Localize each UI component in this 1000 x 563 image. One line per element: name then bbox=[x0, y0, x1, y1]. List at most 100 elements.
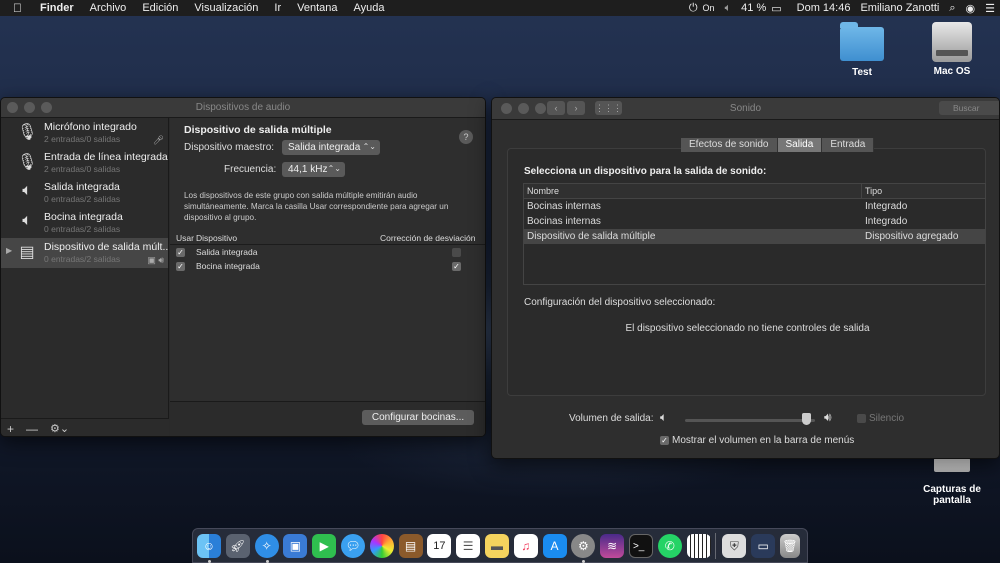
system-preferences-icon[interactable]: ⚙︎ bbox=[571, 533, 596, 563]
multi-output-icon: ▤ bbox=[19, 244, 35, 261]
device-name: Dispositivo de salida múlt... bbox=[44, 241, 168, 253]
device-name-cell: Bocinas internas bbox=[527, 216, 601, 227]
clock[interactable]: Dom 14:46 bbox=[787, 2, 856, 14]
folder-icon bbox=[840, 22, 884, 61]
notification-center-icon[interactable]: ☰ bbox=[980, 2, 1000, 15]
menu-ayuda[interactable]: Ayuda bbox=[346, 2, 393, 14]
close-button[interactable] bbox=[501, 103, 512, 114]
finder-icon[interactable]: ☺ bbox=[197, 533, 221, 563]
master-device-select[interactable]: Salida integrada ⌃⌄ bbox=[282, 140, 380, 155]
device-item[interactable]: 🎙︎ Entrada de línea integrada 2 entradas… bbox=[1, 148, 168, 178]
volume-icon[interactable]: 🔈︎ bbox=[720, 2, 737, 15]
column-header-correccion[interactable]: Corrección de desviación bbox=[376, 231, 485, 244]
forward-button[interactable]: › bbox=[567, 101, 585, 115]
tab-salida[interactable]: Salida bbox=[777, 138, 823, 152]
device-name: Entrada de línea integrada bbox=[44, 151, 168, 163]
use-checkbox[interactable]: ✓ bbox=[176, 248, 185, 258]
add-device-button[interactable]: + bbox=[1, 422, 20, 436]
battery-percent[interactable]: 41 % bbox=[736, 2, 771, 14]
column-header-dispositivo[interactable]: Dispositivo bbox=[196, 231, 376, 244]
desktop-icon-test[interactable]: Test bbox=[822, 22, 902, 78]
minimize-button[interactable] bbox=[24, 102, 35, 113]
show-volume-checkbox-box[interactable]: ✓ bbox=[660, 435, 669, 445]
siri-icon[interactable]: ◉ bbox=[961, 2, 981, 15]
device-item-selected[interactable]: ▶ ▤ Dispositivo de salida múlt... 0 entr… bbox=[1, 238, 168, 268]
disclosure-triangle-icon[interactable]: ▶ bbox=[6, 246, 12, 255]
table-row[interactable]: ✓ Bocina integrada ✓ bbox=[170, 259, 485, 273]
help-button[interactable]: ? bbox=[459, 130, 473, 144]
terminal-icon[interactable]: >_ bbox=[628, 533, 653, 558]
photos-icon[interactable] bbox=[369, 533, 394, 558]
menu-app-name[interactable]: Finder bbox=[32, 2, 82, 14]
music-icon[interactable]: ♫ bbox=[513, 533, 538, 558]
remove-device-button[interactable]: — bbox=[20, 422, 44, 436]
column-header-usar[interactable]: Usar bbox=[170, 231, 196, 244]
menu-edicion[interactable]: Edición bbox=[134, 2, 186, 14]
menu-visualizacion[interactable]: Visualización bbox=[186, 2, 266, 14]
menu-ventana[interactable]: Ventana bbox=[289, 2, 345, 14]
use-checkbox[interactable]: ✓ bbox=[176, 262, 185, 272]
device-item[interactable]: 🔈︎ Bocina integrada 0 entradas/2 salidas bbox=[1, 208, 168, 238]
sound-window-titlebar[interactable]: ‹ › ⋮⋮⋮ Sonido Buscar bbox=[492, 98, 999, 120]
launchpad-icon[interactable]: 🚀︎ bbox=[225, 533, 250, 558]
mute-checkbox-box[interactable] bbox=[857, 413, 866, 423]
configure-speakers-button[interactable]: Configurar bocinas... bbox=[362, 410, 474, 425]
calendar-icon[interactable]: 17 bbox=[427, 533, 452, 558]
battery-icon[interactable]: ▭ bbox=[771, 2, 786, 15]
volume-slider[interactable] bbox=[685, 419, 815, 422]
security-icon[interactable]: ⛨ bbox=[722, 533, 747, 558]
drift-correction-checkbox[interactable]: ✓ bbox=[452, 262, 461, 272]
device-type-cell: Dispositivo agregado bbox=[865, 231, 959, 242]
trash-icon[interactable]: 🗑︎ bbox=[779, 533, 800, 558]
screen-icon[interactable]: ▭ bbox=[751, 533, 776, 558]
notes-icon[interactable]: ▤ bbox=[398, 533, 423, 558]
safari-icon[interactable]: ✧ bbox=[254, 533, 279, 563]
column-header-nombre[interactable]: Nombre bbox=[524, 184, 862, 198]
facetime-icon[interactable]: ▶ bbox=[312, 533, 337, 558]
whatsapp-icon[interactable]: ✆ bbox=[657, 533, 682, 558]
table-row[interactable]: Bocinas internas Integrado bbox=[524, 214, 985, 229]
device-item[interactable]: 🔈︎ Salida integrada 0 entradas/2 salidas bbox=[1, 178, 168, 208]
no-controls-message: El dispositivo seleccionado no tiene con… bbox=[625, 323, 870, 334]
tab-efectos[interactable]: Efectos de sonido bbox=[681, 138, 778, 152]
apple-icon[interactable]:  bbox=[0, 1, 32, 15]
table-row[interactable]: ✓ Salida integrada bbox=[170, 245, 485, 259]
user-name[interactable]: Emiliano Zanotti bbox=[855, 2, 944, 14]
desktop-icon-capturas[interactable]: Capturas de pantalla bbox=[912, 458, 992, 506]
mute-checkbox[interactable]: Silencio bbox=[857, 413, 904, 424]
status-on[interactable]: On bbox=[703, 3, 720, 13]
stickies-icon[interactable]: ▬ bbox=[484, 533, 509, 558]
volume-slider-knob[interactable] bbox=[802, 413, 812, 425]
preview-icon[interactable]: ▣ bbox=[283, 533, 308, 558]
table-row[interactable]: Bocinas internas Integrado bbox=[524, 199, 985, 214]
back-button[interactable]: ‹ bbox=[547, 101, 565, 115]
audio-window-titlebar[interactable]: Dispositivos de audio bbox=[1, 98, 485, 118]
device-channels: 0 entradas/2 salidas bbox=[44, 224, 121, 234]
app-store-icon[interactable]: A bbox=[542, 533, 567, 558]
search-input[interactable]: Buscar bbox=[939, 101, 999, 115]
frequency-select[interactable]: 44,1 kHz ⌃⌄ bbox=[282, 162, 345, 177]
tab-entrada[interactable]: Entrada bbox=[822, 138, 875, 152]
desktop-icon-label: Mac OS bbox=[933, 66, 971, 77]
zoom-button[interactable] bbox=[535, 103, 546, 114]
menu-archivo[interactable]: Archivo bbox=[82, 2, 135, 14]
siri-icon[interactable]: ≋ bbox=[600, 533, 625, 558]
column-header-tipo[interactable]: Tipo bbox=[862, 184, 882, 198]
zoom-button[interactable] bbox=[41, 102, 52, 113]
desktop-icon-mac-os[interactable]: Mac OS bbox=[912, 22, 992, 77]
show-all-grid-icon[interactable]: ⋮⋮⋮ bbox=[595, 101, 622, 115]
device-item[interactable]: 🎙︎ Micrófono integrado 2 entradas/0 sali… bbox=[1, 118, 168, 148]
minimize-button[interactable] bbox=[518, 103, 529, 114]
close-button[interactable] bbox=[7, 102, 18, 113]
spotlight-search-icon[interactable]: ⌕ bbox=[944, 2, 960, 15]
table-row-selected[interactable]: Dispositivo de salida múltiple Dispositi… bbox=[524, 229, 985, 244]
dock: ☺ 🚀︎ ✧ ▣ ▶ 💬︎ ▤ 17 ☰ ▬ ♫ A ⚙︎ ≋ >_ ✆ ⛨ ▭… bbox=[192, 528, 808, 563]
show-volume-checkbox[interactable]: ✓ Mostrar el volumen en la barra de menús bbox=[660, 435, 854, 446]
gear-icon[interactable]: ⚙︎⌄ bbox=[44, 422, 75, 435]
piano-icon[interactable] bbox=[686, 533, 711, 558]
reminders-icon[interactable]: ☰ bbox=[456, 533, 481, 558]
power-icon[interactable]: ⏻ bbox=[684, 2, 703, 15]
menu-ir[interactable]: Ir bbox=[266, 2, 289, 14]
messages-icon[interactable]: 💬︎ bbox=[340, 533, 365, 558]
drift-correction-checkbox[interactable] bbox=[452, 248, 461, 258]
